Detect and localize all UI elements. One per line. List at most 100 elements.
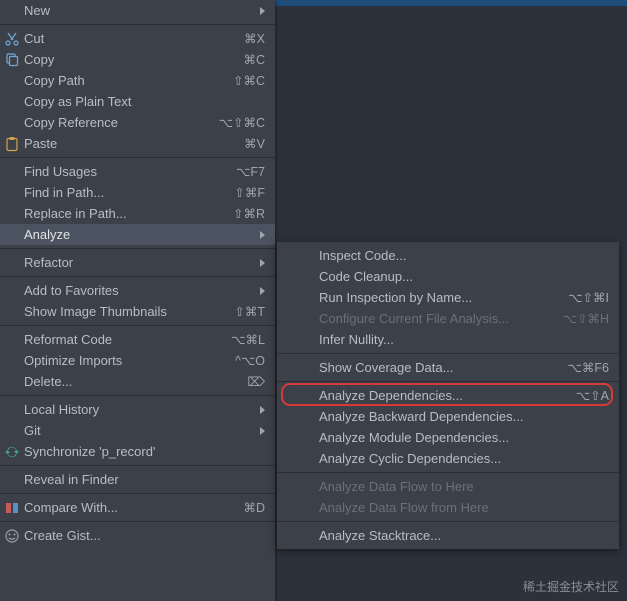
menu-item-shortcut: ⌥⌘L: [231, 332, 265, 347]
menu-item-analyze-stacktrace[interactable]: Analyze Stacktrace...: [277, 525, 619, 546]
menu-item-paste[interactable]: Paste⌘V: [0, 133, 275, 154]
menu-item-analyze-dependencies[interactable]: Analyze Dependencies...⌥⇧A: [277, 385, 619, 406]
submenu-arrow-icon: [260, 259, 265, 267]
menu-separator: [0, 465, 275, 466]
menu-item-analyze-data-flow-to-here: Analyze Data Flow to Here: [277, 476, 619, 497]
menu-item-label: New: [24, 3, 254, 18]
menu-separator: [277, 381, 619, 382]
menu-item-shortcut: ⌦: [247, 374, 265, 389]
menu-item-run-inspection-by-name[interactable]: Run Inspection by Name...⌥⇧⌘I: [277, 287, 619, 308]
analyze-submenu: Inspect Code... Code Cleanup... Run Inspec…: [277, 242, 619, 549]
icon-placeholder: [4, 353, 20, 369]
icon-placeholder: [299, 528, 315, 544]
copy-icon: [4, 52, 20, 68]
menu-item-label: Copy: [24, 52, 243, 67]
menu-item-shortcut: ⌥⇧⌘I: [568, 290, 609, 305]
menu-item-copy-path[interactable]: Copy Path⇧⌘C: [0, 70, 275, 91]
menu-item-analyze-data-flow-from-here: Analyze Data Flow from Here: [277, 497, 619, 518]
menu-item-label: Code Cleanup...: [319, 269, 609, 284]
menu-item-shortcut: ⌘C: [243, 52, 265, 67]
sync-icon: [4, 444, 20, 460]
menu-item-label: Run Inspection by Name...: [319, 290, 568, 305]
menu-item-refactor[interactable]: Refactor: [0, 252, 275, 273]
menu-item-label: Analyze Data Flow to Here: [319, 479, 609, 494]
menu-item-find-in-path[interactable]: Find in Path...⇧⌘F: [0, 182, 275, 203]
menu-item-shortcut: ⇧⌘T: [234, 304, 265, 319]
icon-placeholder: [299, 360, 315, 376]
icon-placeholder: [4, 185, 20, 201]
menu-item-label: Refactor: [24, 255, 254, 270]
menu-item-shortcut: ⇧⌘R: [233, 206, 265, 221]
icon-placeholder: [4, 332, 20, 348]
icon-placeholder: [299, 311, 315, 327]
menu-item-label: Cut: [24, 31, 244, 46]
menu-item-reformat-code[interactable]: Reformat Code⌥⌘L: [0, 329, 275, 350]
menu-item-label: Analyze Backward Dependencies...: [319, 409, 609, 424]
menu-item-infer-nullity[interactable]: Infer Nullity...: [277, 329, 619, 350]
icon-placeholder: [4, 73, 20, 89]
menu-item-synchronize-p-record[interactable]: Synchronize 'p_record': [0, 441, 275, 462]
copy-icon: [4, 52, 20, 68]
icon-placeholder: [299, 388, 315, 404]
menu-item-shortcut: ⌥F7: [236, 164, 265, 179]
menu-item-label: Analyze Data Flow from Here: [319, 500, 609, 515]
menu-item-show-image-thumbnails[interactable]: Show Image Thumbnails⇧⌘T: [0, 301, 275, 322]
menu-item-label: Add to Favorites: [24, 283, 254, 298]
menu-item-add-to-favorites[interactable]: Add to Favorites: [0, 280, 275, 301]
icon-placeholder: [299, 332, 315, 348]
menu-item-label: Synchronize 'p_record': [24, 444, 265, 459]
menu-item-optimize-imports[interactable]: Optimize Imports^⌥O: [0, 350, 275, 371]
context-menu: NewCut⌘XCopy⌘CCopy Path⇧⌘CCopy as Plain …: [0, 0, 275, 601]
menu-item-copy[interactable]: Copy⌘C: [0, 49, 275, 70]
menu-item-analyze-backward-dependencies[interactable]: Analyze Backward Dependencies...: [277, 406, 619, 427]
gist-icon: [4, 528, 20, 544]
menu-item-inspect-code[interactable]: Inspect Code...: [277, 245, 619, 266]
menu-item-shortcut: ⌘V: [244, 136, 265, 151]
menu-item-find-usages[interactable]: Find Usages⌥F7: [0, 161, 275, 182]
icon-placeholder: [299, 248, 315, 264]
menu-item-local-history[interactable]: Local History: [0, 399, 275, 420]
menu-item-create-gist[interactable]: Create Gist...: [0, 525, 275, 546]
menu-item-replace-in-path[interactable]: Replace in Path...⇧⌘R: [0, 203, 275, 224]
menu-item-cut[interactable]: Cut⌘X: [0, 28, 275, 49]
menu-separator: [0, 24, 275, 25]
menu-item-label: Delete...: [24, 374, 247, 389]
menu-item-git[interactable]: Git: [0, 420, 275, 441]
menu-item-new[interactable]: New: [0, 0, 275, 21]
menu-item-label: Analyze Stacktrace...: [319, 528, 609, 543]
menu-item-label: Reformat Code: [24, 332, 231, 347]
submenu-arrow-icon: [260, 287, 265, 295]
menu-separator: [0, 157, 275, 158]
menu-item-label: Optimize Imports: [24, 353, 235, 368]
menu-item-label: Show Coverage Data...: [319, 360, 568, 375]
menu-separator: [277, 353, 619, 354]
menu-item-code-cleanup[interactable]: Code Cleanup...: [277, 266, 619, 287]
paste-icon: [4, 136, 20, 152]
menu-item-analyze[interactable]: Analyze: [0, 224, 275, 245]
sync-icon: [4, 444, 20, 460]
menu-item-reveal-in-finder[interactable]: Reveal in Finder: [0, 469, 275, 490]
icon-placeholder: [299, 451, 315, 467]
menu-item-copy-as-plain-text[interactable]: Copy as Plain Text: [0, 91, 275, 112]
menu-item-show-coverage-data[interactable]: Show Coverage Data...⌥⌘F6: [277, 357, 619, 378]
menu-item-configure-current-file-analysis: Configure Current File Analysis...⌥⇧⌘H: [277, 308, 619, 329]
menu-separator: [0, 248, 275, 249]
menu-item-label: Git: [24, 423, 254, 438]
menu-item-shortcut: ⇧⌘F: [234, 185, 265, 200]
menu-item-copy-reference[interactable]: Copy Reference⌥⇧⌘C: [0, 112, 275, 133]
menu-item-shortcut: ⌘X: [244, 31, 265, 46]
compare-icon: [4, 500, 20, 516]
menu-item-analyze-module-dependencies[interactable]: Analyze Module Dependencies...: [277, 427, 619, 448]
submenu-arrow-icon: [260, 427, 265, 435]
icon-placeholder: [299, 430, 315, 446]
menu-item-compare-with[interactable]: Compare With...⌘D: [0, 497, 275, 518]
menu-item-delete[interactable]: Delete...⌦: [0, 371, 275, 392]
menu-item-label: Local History: [24, 402, 254, 417]
menu-item-shortcut: ⇧⌘C: [233, 73, 265, 88]
menu-item-label: Infer Nullity...: [319, 332, 609, 347]
icon-placeholder: [299, 409, 315, 425]
icon-placeholder: [4, 374, 20, 390]
menu-item-shortcut: ^⌥O: [235, 353, 265, 368]
menu-item-analyze-cyclic-dependencies[interactable]: Analyze Cyclic Dependencies...: [277, 448, 619, 469]
watermark: 稀土掘金技术社区: [523, 578, 619, 595]
